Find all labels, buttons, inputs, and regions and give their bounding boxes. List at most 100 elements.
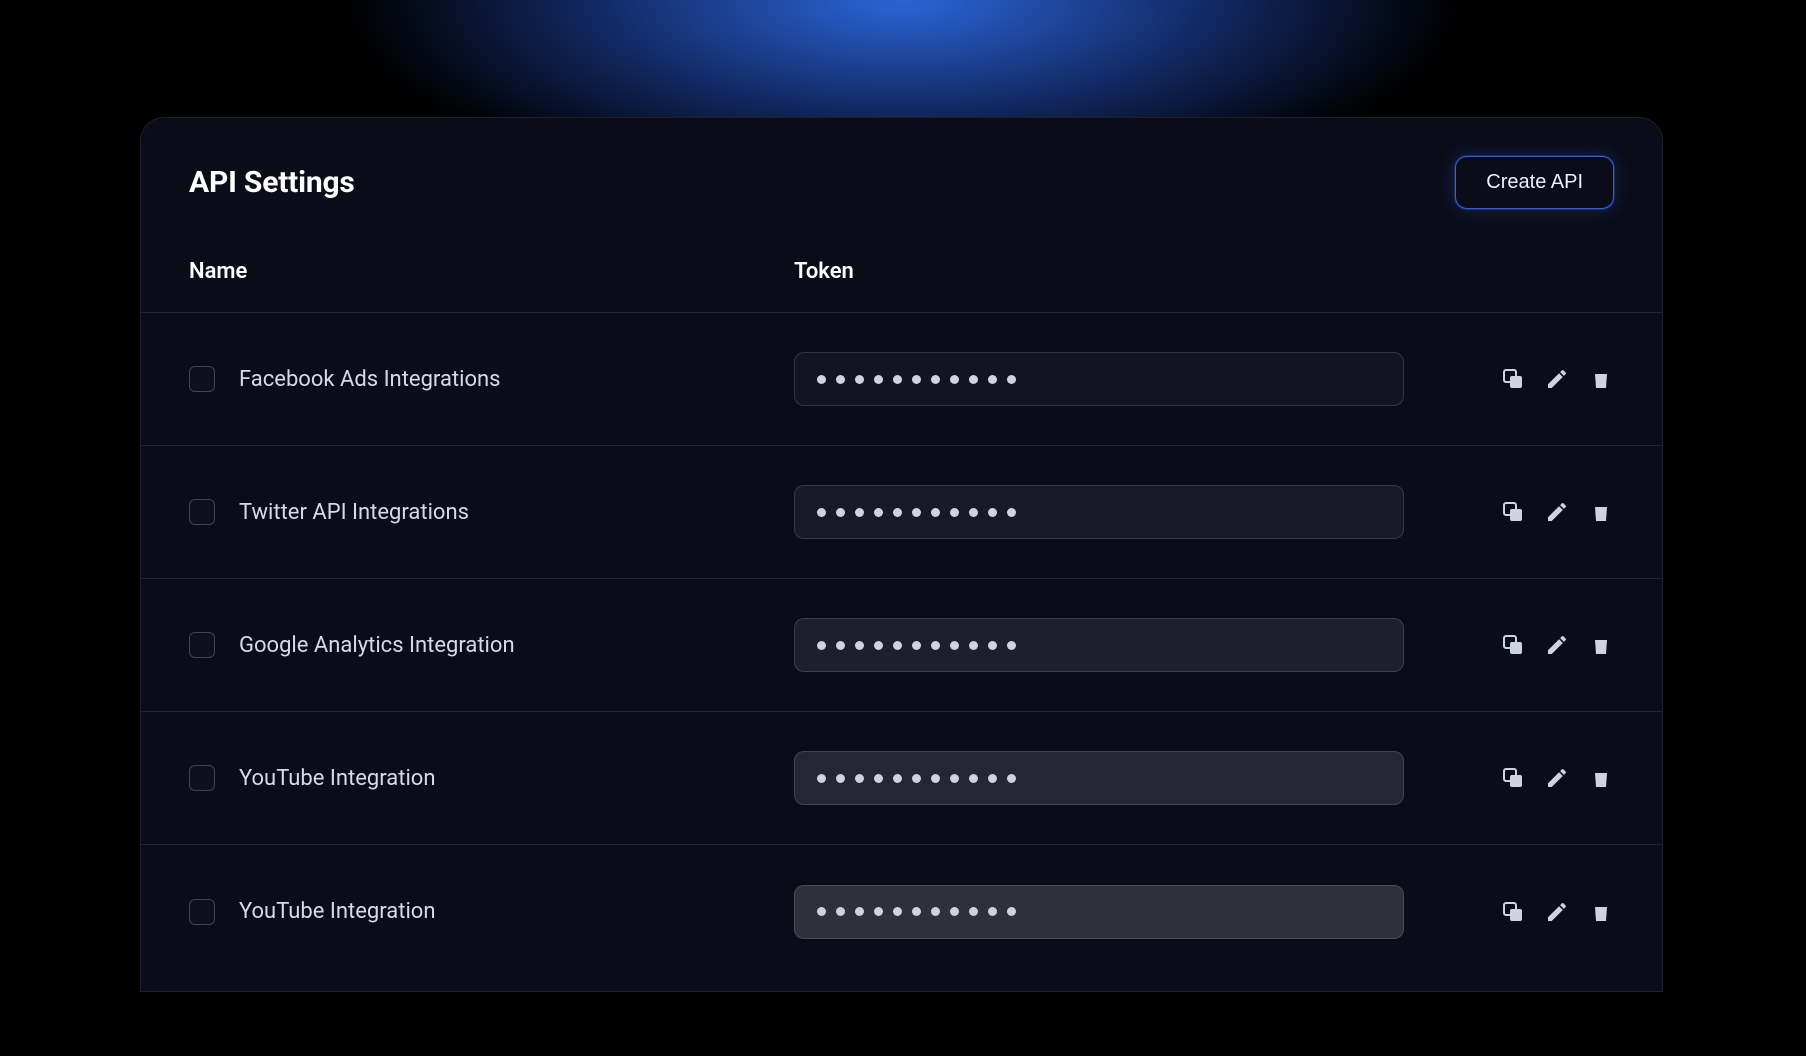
- token-dot: [950, 375, 959, 384]
- cell-token: [794, 352, 1404, 406]
- token-dot: [931, 375, 940, 384]
- row-actions: [1500, 899, 1614, 925]
- column-headers: Name Token: [141, 237, 1662, 313]
- copy-icon[interactable]: [1500, 366, 1526, 392]
- row-actions: [1500, 499, 1614, 525]
- token-dot: [988, 375, 997, 384]
- token-dot: [893, 508, 902, 517]
- cell-name: YouTube Integration: [189, 899, 794, 925]
- token-dot: [969, 641, 978, 650]
- token-dot: [912, 641, 921, 650]
- table-row: YouTube Integration: [141, 845, 1662, 978]
- row-checkbox[interactable]: [189, 765, 215, 791]
- table-row: Facebook Ads Integrations: [141, 313, 1662, 446]
- token-dot: [874, 907, 883, 916]
- row-actions: [1500, 366, 1614, 392]
- token-field[interactable]: [794, 352, 1404, 406]
- token-dot: [893, 907, 902, 916]
- cell-name: Facebook Ads Integrations: [189, 366, 794, 392]
- token-dot: [836, 774, 845, 783]
- table-row: YouTube Integration: [141, 712, 1662, 845]
- token-dot: [1007, 774, 1016, 783]
- rows-container: Facebook Ads Integrations Twitter API Int…: [141, 313, 1662, 978]
- token-dot: [931, 508, 940, 517]
- cell-name: YouTube Integration: [189, 765, 794, 791]
- copy-icon[interactable]: [1500, 499, 1526, 525]
- token-dot: [855, 774, 864, 783]
- token-field[interactable]: [794, 751, 1404, 805]
- cell-token: [794, 618, 1404, 672]
- token-dot: [912, 508, 921, 517]
- token-dot: [950, 774, 959, 783]
- page-title: API Settings: [189, 165, 355, 200]
- edit-icon[interactable]: [1544, 765, 1570, 791]
- token-dot: [969, 508, 978, 517]
- token-dot: [836, 508, 845, 517]
- token-dot: [969, 375, 978, 384]
- copy-icon[interactable]: [1500, 632, 1526, 658]
- token-dot: [988, 774, 997, 783]
- token-dot: [817, 375, 826, 384]
- copy-icon[interactable]: [1500, 899, 1526, 925]
- edit-icon[interactable]: [1544, 499, 1570, 525]
- table-row: Twitter API Integrations: [141, 446, 1662, 579]
- token-dot: [950, 641, 959, 650]
- token-dot: [988, 641, 997, 650]
- token-dot: [1007, 641, 1016, 650]
- create-api-button[interactable]: Create API: [1455, 156, 1614, 209]
- row-checkbox[interactable]: [189, 899, 215, 925]
- edit-icon[interactable]: [1544, 632, 1570, 658]
- column-header-name: Name: [189, 259, 794, 284]
- delete-icon[interactable]: [1588, 499, 1614, 525]
- edit-icon[interactable]: [1544, 366, 1570, 392]
- token-dot: [817, 907, 826, 916]
- token-dot: [817, 641, 826, 650]
- panel-header: API Settings Create API: [141, 118, 1662, 237]
- token-dot: [893, 375, 902, 384]
- token-field[interactable]: [794, 885, 1404, 939]
- column-header-token: Token: [794, 259, 854, 284]
- row-actions: [1500, 765, 1614, 791]
- integration-name: Facebook Ads Integrations: [239, 367, 501, 392]
- row-checkbox[interactable]: [189, 366, 215, 392]
- token-dot: [836, 641, 845, 650]
- token-field[interactable]: [794, 485, 1404, 539]
- token-dot: [1007, 508, 1016, 517]
- token-dot: [950, 508, 959, 517]
- cell-name: Twitter API Integrations: [189, 499, 794, 525]
- token-dot: [817, 508, 826, 517]
- delete-icon[interactable]: [1588, 899, 1614, 925]
- token-dot: [855, 907, 864, 916]
- row-actions: [1500, 632, 1614, 658]
- token-dot: [817, 774, 826, 783]
- token-dot: [1007, 375, 1016, 384]
- integration-name: Google Analytics Integration: [239, 633, 515, 658]
- token-dot: [855, 375, 864, 384]
- token-field[interactable]: [794, 618, 1404, 672]
- delete-icon[interactable]: [1588, 632, 1614, 658]
- copy-icon[interactable]: [1500, 765, 1526, 791]
- token-dot: [912, 375, 921, 384]
- delete-icon[interactable]: [1588, 366, 1614, 392]
- token-dot: [893, 774, 902, 783]
- delete-icon[interactable]: [1588, 765, 1614, 791]
- token-dot: [988, 508, 997, 517]
- row-checkbox[interactable]: [189, 632, 215, 658]
- token-dot: [950, 907, 959, 916]
- token-dot: [874, 375, 883, 384]
- token-dot: [912, 774, 921, 783]
- token-dot: [874, 508, 883, 517]
- token-dot: [874, 641, 883, 650]
- token-dot: [855, 641, 864, 650]
- token-dot: [836, 907, 845, 916]
- token-dot: [836, 375, 845, 384]
- token-dot: [931, 641, 940, 650]
- row-checkbox[interactable]: [189, 499, 215, 525]
- token-dot: [874, 774, 883, 783]
- token-dot: [988, 907, 997, 916]
- token-dot: [969, 907, 978, 916]
- integration-name: Twitter API Integrations: [239, 500, 469, 525]
- edit-icon[interactable]: [1544, 899, 1570, 925]
- cell-token: [794, 485, 1404, 539]
- api-settings-panel: API Settings Create API Name Token Faceb…: [140, 117, 1663, 992]
